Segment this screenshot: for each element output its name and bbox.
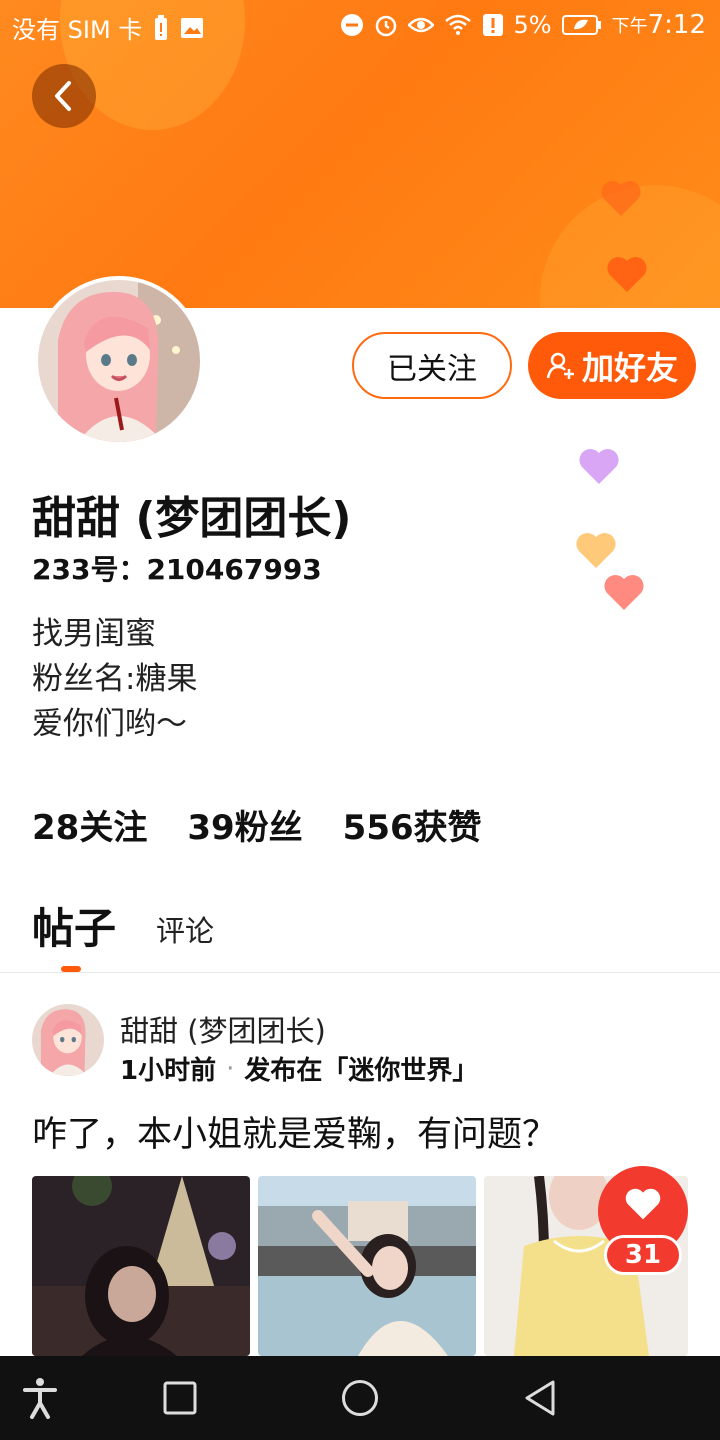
- image-notification-icon: [181, 17, 204, 38]
- separator-dot: ·: [226, 1053, 235, 1084]
- post-photo[interactable]: [32, 1176, 250, 1356]
- likes-count: 556获赞: [342, 808, 482, 848]
- back-icon: [55, 81, 71, 111]
- following-button[interactable]: 已关注: [352, 332, 512, 399]
- accessibility-icon: [23, 1378, 57, 1419]
- profile-tabs: 帖子 评论: [32, 895, 214, 956]
- profile-bio: 找男闺蜜 粉丝名:糖果 爱你们哟～: [32, 612, 197, 747]
- floating-heart-icon: [579, 449, 619, 484]
- back-nav-icon: [525, 1380, 555, 1416]
- post-text[interactable]: 咋了，本小姐就是爱鞠，有问题？: [32, 1106, 557, 1157]
- battery-warning-icon: [155, 14, 168, 40]
- do-not-disturb-icon: [340, 14, 363, 36]
- photo-seaside: [258, 1176, 476, 1356]
- back-button[interactable]: [32, 64, 96, 128]
- clock-time: 7:12: [647, 10, 706, 40]
- alarm-icon: [375, 15, 396, 37]
- floating-heart-icon: [576, 533, 616, 568]
- battery-percent: 5%: [513, 11, 552, 39]
- profile-name: 甜甜 (梦团团长): [32, 493, 352, 544]
- bio-line: 粉丝名:糖果: [32, 661, 198, 697]
- bio-line: 找男闺蜜: [32, 616, 156, 652]
- home-button[interactable]: [330, 1356, 390, 1440]
- accessibility-button[interactable]: [10, 1356, 70, 1440]
- followers-count[interactable]: 39粉丝: [187, 800, 302, 849]
- floating-heart-icon: [601, 181, 641, 216]
- bio-line: 爱你们哟～: [32, 706, 187, 742]
- person-add-icon: [546, 352, 574, 379]
- recents-icon: [163, 1381, 197, 1415]
- post-location[interactable]: 发布在「迷你世界」: [244, 1050, 478, 1087]
- recents-button[interactable]: [150, 1356, 210, 1440]
- status-bar: 没有 SIM 卡 5% 下午 7:12: [0, 0, 720, 50]
- profile-id[interactable]: 233号：210467993: [32, 548, 322, 588]
- eye-comfort-icon: [407, 17, 434, 33]
- profile-stats: 28关注 39粉丝 556获赞: [32, 800, 482, 849]
- carrier-text: 没有 SIM 卡: [12, 16, 143, 44]
- add-friend-button[interactable]: 加好友: [528, 332, 696, 399]
- post-author-name[interactable]: 甜甜 (梦团团长): [120, 1008, 326, 1050]
- nav-back-button[interactable]: [510, 1356, 570, 1440]
- avatar-image: [38, 280, 200, 442]
- wifi-icon: [444, 14, 471, 35]
- battery-icon: [561, 15, 601, 35]
- avatar-image: [32, 1004, 104, 1076]
- time-prefix: 下午: [611, 16, 648, 37]
- divider: [0, 972, 720, 973]
- post-photo[interactable]: [258, 1176, 476, 1356]
- floating-heart-icon: [607, 257, 647, 292]
- photo-night-tree: [32, 1176, 250, 1356]
- tab-comments[interactable]: 评论: [156, 908, 214, 956]
- alert-icon: [482, 14, 503, 36]
- following-count[interactable]: 28关注: [32, 800, 147, 849]
- add-friend-label: 加好友: [581, 348, 678, 387]
- post-time: 1小时前: [120, 1056, 217, 1086]
- like-count: 31: [604, 1235, 682, 1275]
- system-nav-bar: [0, 1356, 720, 1440]
- post-meta: 1小时前 · 发布在「迷你世界」: [120, 1050, 478, 1087]
- heart-icon: [625, 1188, 661, 1220]
- floating-heart-icon: [604, 575, 644, 610]
- profile-avatar[interactable]: [34, 276, 204, 446]
- post-author-avatar[interactable]: [32, 1004, 104, 1076]
- tab-posts[interactable]: 帖子: [32, 895, 116, 956]
- home-icon: [342, 1380, 378, 1416]
